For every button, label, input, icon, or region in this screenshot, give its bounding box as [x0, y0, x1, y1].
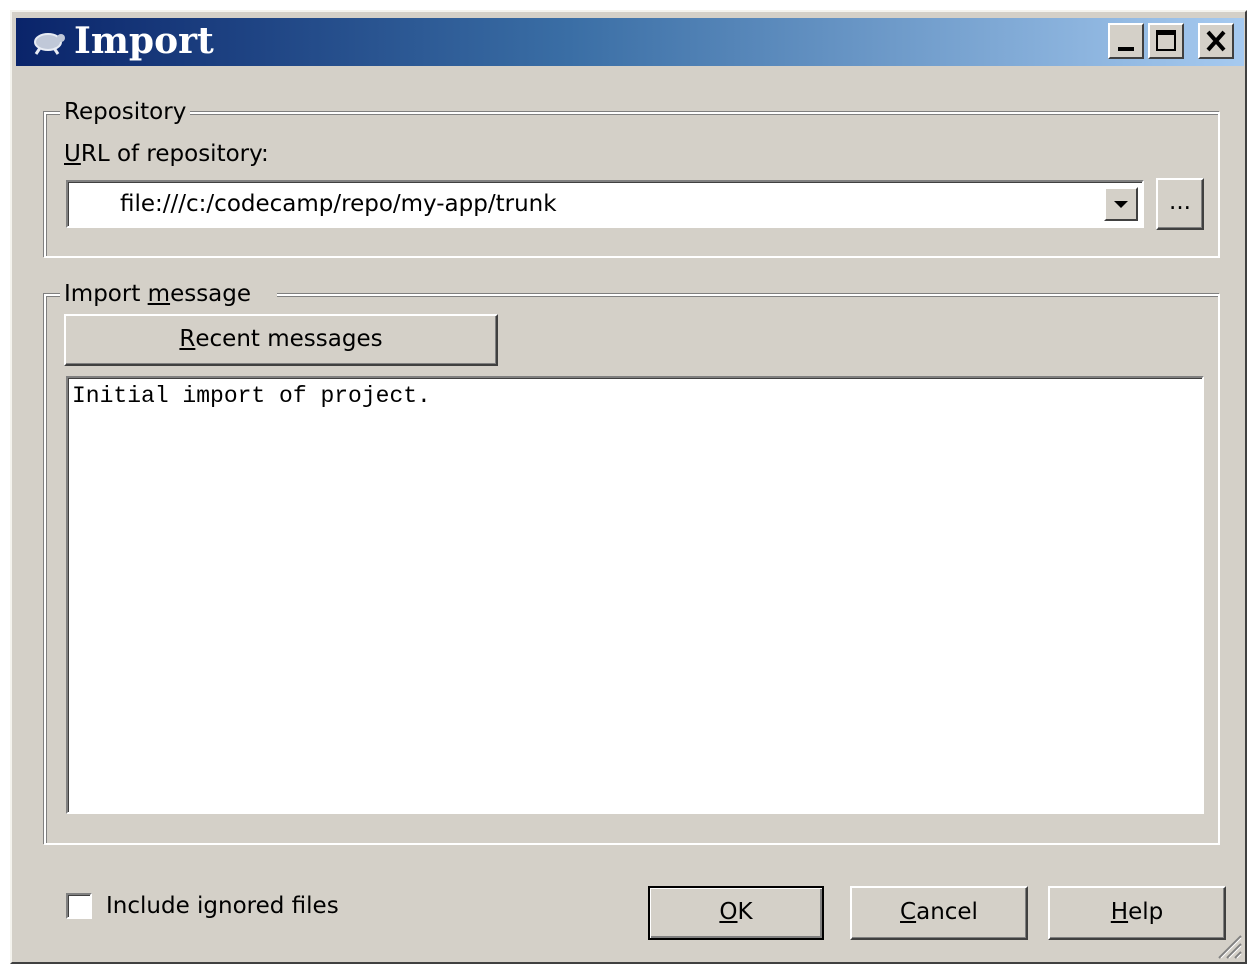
window-title: Import [74, 20, 214, 62]
message-textarea[interactable]: Initial import of project. [66, 376, 1204, 814]
import-message-legend: Import message [60, 280, 278, 308]
chevron-down-icon [1114, 201, 1128, 208]
browse-button[interactable]: ... [1156, 178, 1204, 230]
title-bar[interactable]: Import [16, 18, 1244, 66]
ok-button[interactable]: OK [648, 886, 824, 940]
close-icon [1206, 30, 1226, 52]
close-button[interactable] [1198, 23, 1234, 59]
recent-messages-button[interactable]: Recent messages [64, 314, 498, 366]
repository-legend: Repository [60, 98, 191, 126]
url-combobox[interactable]: file:///c:/codecamp/repo/my-app/trunk [66, 180, 1144, 228]
import-dialog: Import Repository URL of repository: fil… [10, 10, 1247, 964]
maximize-icon [1156, 30, 1176, 51]
include-ignored-label[interactable]: Include ignored files [106, 892, 339, 920]
dropdown-button[interactable] [1104, 187, 1138, 221]
url-label: URL of repository: [64, 141, 269, 167]
tortoise-icon [30, 28, 70, 56]
maximize-button[interactable] [1148, 23, 1184, 59]
resize-grip-icon[interactable] [1213, 930, 1243, 960]
minimize-icon [1118, 47, 1134, 51]
help-button[interactable]: Help [1048, 886, 1226, 940]
include-ignored-checkbox[interactable] [66, 893, 92, 919]
url-value[interactable]: file:///c:/codecamp/repo/my-app/trunk [120, 190, 557, 218]
cancel-button[interactable]: Cancel [850, 886, 1028, 940]
minimize-button[interactable] [1108, 23, 1144, 59]
